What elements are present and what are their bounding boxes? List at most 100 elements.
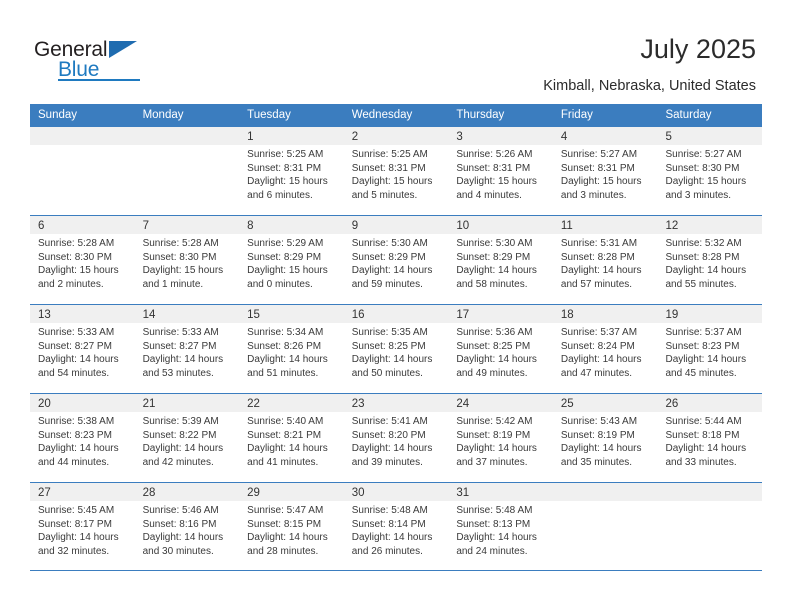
day-number-header: 22 <box>239 394 344 412</box>
sunrise-text: Sunrise: 5:35 AM <box>351 327 428 338</box>
sunrise-text: Sunrise: 5:28 AM <box>142 238 219 249</box>
day-number-header: 31 <box>448 483 553 501</box>
calendar-day-cell[interactable]: 3 Sunrise: 5:26 AM Sunset: 8:31 PM Daylight… <box>448 127 553 215</box>
day-number-header: 2 <box>343 127 449 145</box>
day-details: Sunrise: 5:38 AM Sunset: 8:23 PM Daylight:… <box>30 412 135 469</box>
calendar-day-cell[interactable]: 26 Sunrise: 5:44 AM Sunset: 8:18 PM Dayligh… <box>657 394 763 482</box>
day-number: 21 <box>142 398 156 410</box>
calendar-day-cell[interactable]: 13 Sunrise: 5:33 AM Sunset: 8:27 PM Dayligh… <box>30 305 135 393</box>
sunrise-text: Sunrise: 5:40 AM <box>247 416 324 427</box>
calendar-day-cell[interactable]: 12 Sunrise: 5:32 AM Sunset: 8:28 PM Dayligh… <box>657 216 763 304</box>
sunset-text: Sunset: 8:31 PM <box>247 162 322 174</box>
day-number-header: 13 <box>30 305 135 323</box>
sunset-text: Sunset: 8:14 PM <box>351 518 426 530</box>
calendar-day-cell[interactable]: 22 Sunrise: 5:40 AM Sunset: 8:21 PM Dayligh… <box>239 394 344 482</box>
calendar-day-cell[interactable]: 17 Sunrise: 5:36 AM Sunset: 8:25 PM Dayligh… <box>448 305 553 393</box>
calendar-day-cell[interactable]: 20 Sunrise: 5:38 AM Sunset: 8:23 PM Dayligh… <box>30 394 135 482</box>
calendar-day-cell[interactable]: 24 Sunrise: 5:42 AM Sunset: 8:19 PM Dayligh… <box>448 394 553 482</box>
calendar-week-row: 27 Sunrise: 5:45 AM Sunset: 8:17 PM Dayligh… <box>30 482 763 571</box>
general-blue-logo[interactable]: General Blue <box>34 38 164 84</box>
day-number-header: 21 <box>134 394 240 412</box>
weekday-monday: Monday <box>142 109 184 121</box>
day-number: 7 <box>142 220 149 232</box>
calendar-day-cell[interactable]: 1 Sunrise: 5:25 AM Sunset: 8:31 PM Daylight… <box>239 127 344 215</box>
calendar-day-cell[interactable]: 14 Sunrise: 5:33 AM Sunset: 8:27 PM Dayligh… <box>134 305 240 393</box>
calendar-day-cell[interactable]: 8 Sunrise: 5:29 AM Sunset: 8:29 PM Daylight… <box>239 216 344 304</box>
sunrise-text: Sunrise: 5:36 AM <box>456 327 533 338</box>
sunrise-text: Sunrise: 5:45 AM <box>38 505 115 516</box>
day-details: Sunrise: 5:39 AM Sunset: 8:22 PM Daylight:… <box>135 412 240 469</box>
day-number-header: 27 <box>30 483 135 501</box>
daylight-text: Daylight: 14 hours and 47 minutes. <box>560 354 642 379</box>
sunset-text: Sunset: 8:19 PM <box>560 429 635 441</box>
sunrise-text: Sunrise: 5:41 AM <box>351 416 428 427</box>
calendar-day-cell[interactable]: 31 Sunrise: 5:48 AM Sunset: 8:13 PM Dayligh… <box>448 483 553 570</box>
day-details: Sunrise: 5:28 AM Sunset: 8:30 PM Daylight:… <box>30 234 135 291</box>
daylight-text: Daylight: 14 hours and 32 minutes. <box>38 532 119 557</box>
sunrise-text: Sunrise: 5:37 AM <box>560 327 638 338</box>
sunset-text: Sunset: 8:16 PM <box>142 518 217 530</box>
calendar-day-cell[interactable]: 15 Sunrise: 5:34 AM Sunset: 8:26 PM Dayligh… <box>239 305 344 393</box>
day-details: Sunrise: 5:42 AM Sunset: 8:19 PM Daylight:… <box>448 412 553 469</box>
day-number-header: 8 <box>239 216 344 234</box>
sunrise-text: Sunrise: 5:37 AM <box>665 327 742 338</box>
calendar-day-cell[interactable]: 2 Sunrise: 5:25 AM Sunset: 8:31 PM Daylight… <box>343 127 449 215</box>
calendar-day-cell[interactable]: 21 Sunrise: 5:39 AM Sunset: 8:22 PM Dayligh… <box>134 394 240 482</box>
calendar-day-cell[interactable]: 29 Sunrise: 5:47 AM Sunset: 8:15 PM Dayligh… <box>239 483 344 570</box>
day-number: 30 <box>351 487 365 499</box>
calendar-day-cell[interactable]: 27 Sunrise: 5:45 AM Sunset: 8:17 PM Dayligh… <box>30 483 135 570</box>
day-details: Sunrise: 5:46 AM Sunset: 8:16 PM Daylight:… <box>135 501 240 558</box>
sunrise-text: Sunrise: 5:33 AM <box>142 327 219 338</box>
calendar-day-cell[interactable]: 28 Sunrise: 5:46 AM Sunset: 8:16 PM Dayligh… <box>134 483 240 570</box>
sunrise-text: Sunrise: 5:33 AM <box>38 327 115 338</box>
day-number-header: 14 <box>134 305 240 323</box>
daylight-text: Daylight: 15 hours and 5 minutes. <box>351 176 433 201</box>
sunset-text: Sunset: 8:21 PM <box>247 429 322 441</box>
daylight-text: Daylight: 14 hours and 59 minutes. <box>351 265 433 290</box>
calendar-day-cell[interactable]: 16 Sunrise: 5:35 AM Sunset: 8:25 PM Dayligh… <box>343 305 449 393</box>
day-number-header: 10 <box>448 216 553 234</box>
calendar-day-cell[interactable]: 30 Sunrise: 5:48 AM Sunset: 8:14 PM Dayligh… <box>343 483 449 570</box>
daylight-text: Daylight: 15 hours and 3 minutes. <box>665 176 747 201</box>
day-number: 23 <box>351 398 365 410</box>
calendar-day-cell[interactable]: 9 Sunrise: 5:30 AM Sunset: 8:29 PM Daylight… <box>343 216 449 304</box>
daylight-text: Daylight: 15 hours and 4 minutes. <box>456 176 537 201</box>
day-number: 5 <box>665 131 672 143</box>
day-number: 25 <box>560 398 574 410</box>
day-number: 18 <box>560 309 574 321</box>
day-number: 16 <box>351 309 365 321</box>
sunrise-text: Sunrise: 5:26 AM <box>456 149 533 160</box>
day-details: Sunrise: 5:25 AM Sunset: 8:31 PM Daylight:… <box>344 145 449 202</box>
calendar-day-cell[interactable]: 19 Sunrise: 5:37 AM Sunset: 8:23 PM Dayligh… <box>657 305 763 393</box>
calendar-day-cell[interactable]: 4 Sunrise: 5:27 AM Sunset: 8:31 PM Daylight… <box>552 127 658 215</box>
day-number: 26 <box>665 398 679 410</box>
weekday-thursday: Thursday <box>456 109 505 121</box>
daylight-text: Daylight: 14 hours and 41 minutes. <box>247 443 328 468</box>
daylight-text: Daylight: 14 hours and 26 minutes. <box>351 532 433 557</box>
day-number: 2 <box>351 131 359 143</box>
day-number-header: 18 <box>552 305 658 323</box>
calendar-weeks: 1 Sunrise: 5:25 AM Sunset: 8:31 PM Daylight… <box>30 126 763 571</box>
sunrise-text: Sunrise: 5:48 AM <box>456 505 533 516</box>
day-number-header: 26 <box>657 394 763 412</box>
daylight-text: Daylight: 14 hours and 39 minutes. <box>351 443 433 468</box>
calendar-day-cell[interactable]: 11 Sunrise: 5:31 AM Sunset: 8:28 PM Dayligh… <box>552 216 658 304</box>
day-number-header: 4 <box>552 127 658 145</box>
day-number: 1 <box>247 131 254 143</box>
day-details: Sunrise: 5:40 AM Sunset: 8:21 PM Daylight:… <box>239 412 344 469</box>
calendar-day-cell[interactable]: 25 Sunrise: 5:43 AM Sunset: 8:19 PM Dayligh… <box>552 394 658 482</box>
calendar-day-cell[interactable]: 23 Sunrise: 5:41 AM Sunset: 8:20 PM Dayligh… <box>343 394 449 482</box>
calendar-day-cell[interactable]: 18 Sunrise: 5:37 AM Sunset: 8:24 PM Dayligh… <box>552 305 658 393</box>
sunrise-text: Sunrise: 5:31 AM <box>560 238 638 249</box>
calendar-day-cell[interactable]: 6 Sunrise: 5:28 AM Sunset: 8:30 PM Daylight… <box>30 216 135 304</box>
daylight-text: Daylight: 14 hours and 24 minutes. <box>456 532 537 557</box>
calendar-day-cell[interactable]: 5 Sunrise: 5:27 AM Sunset: 8:30 PM Daylight… <box>657 127 763 215</box>
day-details: Sunrise: 5:37 AM Sunset: 8:24 PM Daylight:… <box>553 323 658 380</box>
day-details: Sunrise: 5:35 AM Sunset: 8:25 PM Daylight:… <box>344 323 449 380</box>
calendar-day-cell[interactable]: 10 Sunrise: 5:30 AM Sunset: 8:29 PM Dayligh… <box>448 216 553 304</box>
sunrise-text: Sunrise: 5:25 AM <box>351 149 428 160</box>
sunrise-text: Sunrise: 5:39 AM <box>142 416 219 427</box>
sunrise-text: Sunrise: 5:28 AM <box>38 238 115 249</box>
calendar-day-cell[interactable]: 7 Sunrise: 5:28 AM Sunset: 8:30 PM Daylight… <box>134 216 240 304</box>
sunset-text: Sunset: 8:25 PM <box>351 340 426 352</box>
